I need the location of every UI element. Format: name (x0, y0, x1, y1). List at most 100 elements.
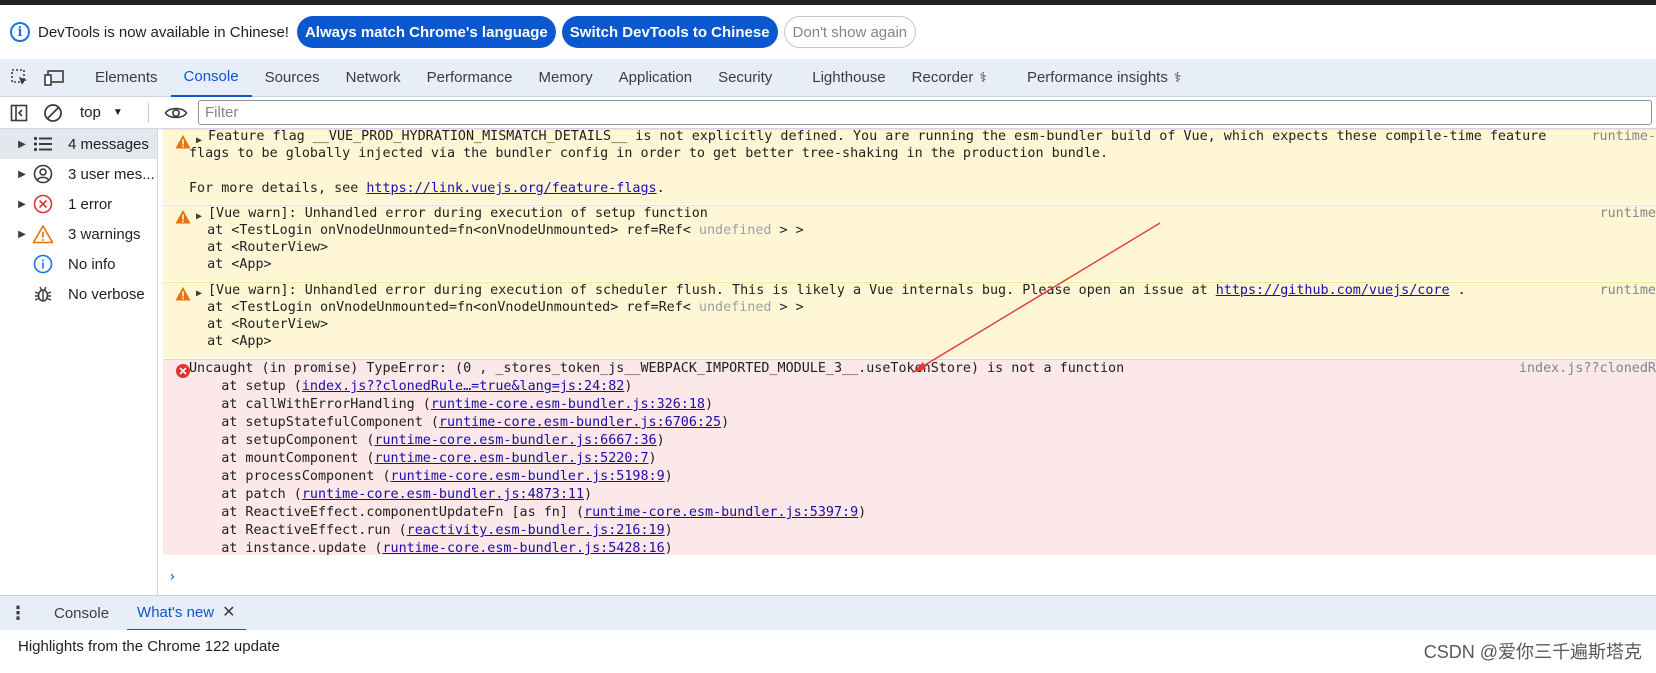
sidebar-item-label: 3 warnings (68, 225, 141, 243)
sidebar-item-label: 1 error (68, 195, 113, 213)
user-icon (32, 163, 54, 185)
stack-frame-link[interactable]: runtime-core.esm-bundler.js:6706:25 (439, 415, 721, 430)
console-message-warning[interactable]: ▶ Feature flag __VUE_PROD_HYDRATION_MISM… (163, 129, 1656, 204)
warning-icon (175, 287, 191, 301)
drawer-tab-whats-new[interactable]: What's new ✕ (127, 596, 246, 631)
stack-frame: at processComponent (runtime-core.esm-bu… (189, 468, 673, 486)
message-text-prefix: [Vue warn]: Unhandled error during execu… (208, 283, 1216, 298)
dont-show-again-button[interactable]: Don't show again (783, 16, 917, 48)
stack-frame-link[interactable]: runtime-core.esm-bundler.js:5397:9 (584, 505, 858, 520)
stack-frame: at ReactiveEffect.componentUpdateFn [as … (189, 504, 866, 522)
context-selector[interactable]: top ▼ (80, 104, 130, 121)
message-source-link[interactable]: index.js??clonedR (1519, 360, 1656, 378)
infobar-message: DevTools is now available in Chinese! (38, 23, 289, 41)
stack-frame-link[interactable]: runtime-core.esm-bundler.js:4873:11 (302, 487, 584, 502)
tab-network[interactable]: Network (333, 59, 414, 97)
flask-icon: ⚕ (979, 69, 987, 85)
message-text-prefix: at <TestLogin onVnodeUnmounted=fn<onVnod… (191, 300, 699, 315)
stack-frame-text: at mountComponent ( (189, 451, 375, 466)
flask-icon: ⚕ (1173, 69, 1182, 85)
sidebar-item-user-messages[interactable]: ▶ 3 user mes... (0, 159, 157, 189)
console-message-warning[interactable]: ▶ [Vue warn]: Unhandled error during exe… (163, 205, 1656, 281)
tab-recorder[interactable]: Recorder ⚕ (899, 59, 1000, 97)
toggle-sidebar-icon[interactable] (4, 99, 34, 127)
stack-frame-link[interactable]: runtime-core.esm-bundler.js:5220:7 (374, 451, 648, 466)
sidebar-item-info[interactable]: No info (0, 249, 157, 279)
stack-frame-link[interactable]: runtime-core.esm-bundler.js:5428:16 (382, 541, 664, 556)
info-icon: i (10, 22, 30, 42)
more-options-icon[interactable]: ⋮ (8, 603, 28, 624)
warning-icon (175, 210, 191, 224)
message-source-link[interactable]: runtime (1600, 205, 1656, 223)
github-issue-link[interactable]: https://github.com/vuejs/core (1216, 283, 1450, 298)
stack-frame-text: ) (648, 451, 657, 466)
stack-frame: at patch (runtime-core.esm-bundler.js:48… (189, 486, 592, 504)
message-source-link[interactable]: runtime- (1592, 129, 1656, 146)
message-text: at <RouterView> (191, 240, 329, 255)
tab-sources[interactable]: Sources (252, 59, 333, 97)
stack-frame-link[interactable]: runtime-core.esm-bundler.js:326:18 (431, 397, 705, 412)
message-text-suffix: . (1449, 283, 1466, 298)
message-text-prefix: For more details, see (189, 181, 367, 196)
message-text: Feature flag __VUE_PROD_HYDRATION_MISMAT… (208, 129, 1547, 144)
stack-frame-link[interactable]: reactivity.esm-bundler.js:216:19 (407, 523, 665, 538)
feature-flags-link[interactable]: https://link.vuejs.org/feature-flags (366, 181, 656, 196)
stack-frame-text: ) (704, 397, 714, 412)
message-text: at <TestLogin onVnodeUnmounted=fn<onVnod… (191, 299, 804, 317)
stack-frame-text: ) (584, 487, 593, 502)
stack-frame-link[interactable]: runtime-core.esm-bundler.js:5198:9 (391, 469, 665, 484)
error-message-text: Uncaught (in promise) TypeError: (0 , _s… (189, 361, 1125, 376)
switch-to-chinese-button[interactable]: Switch DevTools to Chinese (561, 16, 778, 48)
sidebar-item-verbose[interactable]: No verbose (0, 279, 157, 309)
live-expression-eye-icon[interactable] (161, 99, 191, 127)
list-icon (32, 133, 54, 155)
inspect-element-icon[interactable] (6, 64, 34, 92)
filter-input[interactable]: Filter (198, 100, 1652, 125)
device-toolbar-icon[interactable] (40, 64, 68, 92)
expand-triangle-icon[interactable]: ▶ (12, 229, 32, 240)
tab-lighthouse[interactable]: Lighthouse (799, 59, 898, 97)
sidebar-item-warnings[interactable]: ▶ 3 warnings (0, 219, 157, 249)
close-icon[interactable]: ✕ (222, 602, 235, 622)
sidebar-item-label: No verbose (68, 285, 145, 303)
expand-triangle-icon[interactable]: ▶ (12, 169, 32, 180)
language-infobar: i DevTools is now available in Chinese! … (0, 5, 1656, 59)
console-sidebar: ▶ 4 messages ▶ 3 user mes... ▶ 1 error ▶… (0, 129, 158, 595)
context-value: top (80, 104, 101, 121)
stack-frame: at setupComponent (runtime-core.esm-bund… (189, 432, 664, 450)
undefined-value: undefined (698, 223, 772, 238)
stack-frame-text: ) (664, 523, 673, 538)
drawer-tab-console[interactable]: Console (44, 596, 119, 631)
stack-frame-text: ) (664, 469, 673, 484)
console-messages: ▶ Feature flag __VUE_PROD_HYDRATION_MISM… (158, 129, 1656, 595)
tab-memory[interactable]: Memory (526, 59, 606, 97)
console-prompt[interactable]: › (168, 569, 176, 585)
expand-triangle-icon[interactable]: ▶ (12, 139, 32, 150)
message-text-suffix: > > (771, 223, 804, 238)
stack-frame: at mountComponent (runtime-core.esm-bund… (189, 450, 657, 468)
sidebar-item-errors[interactable]: ▶ 1 error (0, 189, 157, 219)
match-language-button[interactable]: Always match Chrome's language (296, 16, 556, 48)
highlights-heading: Highlights from the Chrome 122 update (18, 638, 280, 655)
tab-performance-insights[interactable]: Performance insights ⚕ (1014, 59, 1194, 97)
tab-console[interactable]: Console (170, 59, 252, 97)
tab-security[interactable]: Security (705, 59, 785, 97)
stack-frame: at setupStatefulComponent (runtime-core.… (189, 414, 729, 432)
tab-elements[interactable]: Elements (82, 59, 171, 97)
stack-frame-text: ) (721, 415, 730, 430)
console-message-warning[interactable]: ▶ [Vue warn]: Unhandled error during exe… (163, 282, 1656, 358)
clear-console-icon[interactable] (38, 99, 68, 127)
tab-performance[interactable]: Performance (414, 59, 526, 97)
expand-triangle-icon[interactable]: ▶ (12, 199, 32, 210)
console-message-error[interactable]: Uncaught (in promise) TypeError: (0 , _s… (163, 359, 1656, 556)
stack-frame-link[interactable]: runtime-core.esm-bundler.js:6667:36 (374, 433, 656, 448)
stack-frame-link[interactable]: index.js??clonedRule…=true&lang=js:24:82 (302, 379, 624, 394)
message-text: For more details, see https://link.vuejs… (189, 180, 665, 198)
message-source-link[interactable]: runtime (1600, 282, 1656, 300)
whats-new-panel: Highlights from the Chrome 122 update CS… (0, 630, 1656, 673)
tab-application[interactable]: Application (606, 59, 705, 97)
tab-recorder-label: Recorder (911, 69, 974, 86)
stack-frame-text: at patch ( (189, 487, 302, 502)
stack-frame: at callWithErrorHandling (runtime-core.e… (189, 396, 713, 414)
sidebar-item-messages[interactable]: ▶ 4 messages (0, 129, 157, 159)
